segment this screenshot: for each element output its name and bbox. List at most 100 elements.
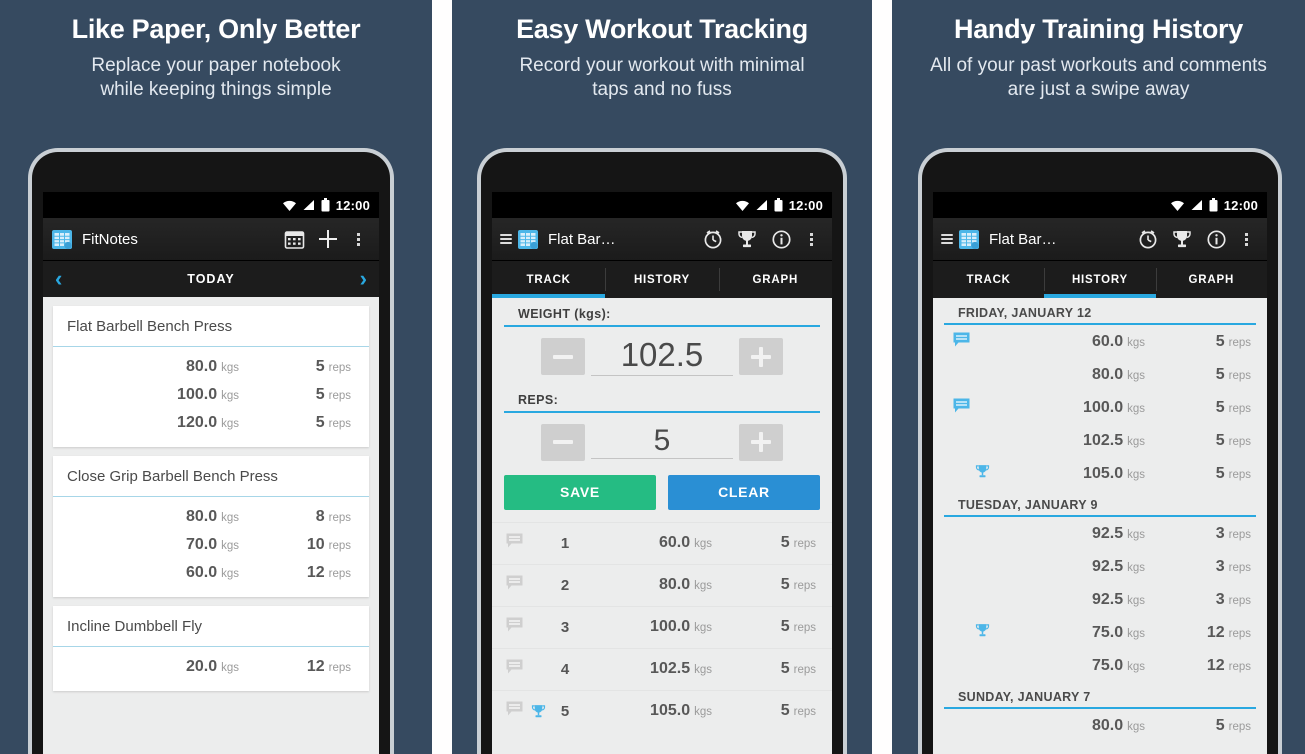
tab-history[interactable]: HISTORY [605,261,718,298]
workout-card[interactable]: Incline Dumbbell Fly 20.0 kgs 12 reps [53,606,369,691]
wifi-icon [1170,200,1184,211]
overflow-menu-icon[interactable] [345,232,371,246]
logged-set-row[interactable]: 1 60.0 kgs 5 reps [492,521,832,564]
history-set-row[interactable]: 100.0 kgs 5 reps [933,391,1267,424]
tab-graph[interactable]: GRAPH [1155,261,1267,298]
set-row[interactable]: 80.0 kgs 8 reps [53,503,369,531]
history-set-row[interactable]: 92.5 kgs 3 reps [933,583,1267,616]
reps-decrement-button[interactable] [541,423,585,461]
weight-increment-button[interactable] [739,338,783,376]
set-weight: 60.0 kgs [582,534,720,552]
value-number: 10 [306,536,325,553]
timer-icon[interactable] [696,228,730,250]
set-row[interactable]: 120.0 kgs 5 reps [53,409,369,437]
set-weight: 80.0 kgs [1015,717,1155,735]
info-icon[interactable] [1199,229,1233,250]
history-set-row[interactable]: 60.0 kgs 5 reps [933,325,1267,358]
app-title: Flat Bar… [989,230,1057,248]
trophy-icon[interactable] [1165,229,1199,250]
comment-icon[interactable] [506,575,528,595]
tab-track[interactable]: TRACK [933,261,1044,298]
set-index: 1 [560,534,570,552]
app-title: FitNotes [82,230,138,248]
workout-card[interactable]: Close Grip Barbell Bench Press 80.0 kgs 8 re… [53,456,369,597]
weight-stepper[interactable]: 102.5 [492,327,832,380]
value-number: 12 [306,564,325,581]
hamburger-icon[interactable] [500,234,512,244]
set-reps: 5 reps [243,386,369,404]
tab-bar[interactable]: TRACK HISTORY GRAPH [933,261,1267,298]
history-set-row[interactable]: 92.5 kgs 3 reps [933,550,1267,583]
value-number: 20.0 [185,658,218,675]
next-day-button[interactable]: › [360,268,367,290]
trophy-icon[interactable] [730,229,764,250]
reps-stepper[interactable]: 5 [492,413,832,465]
value-number: 5 [780,534,790,552]
panel-1-heading: Like Paper, Only Better Replace your pap… [0,14,432,102]
tab-graph[interactable]: GRAPH [718,261,832,298]
value-unit: reps [793,538,816,551]
history-set-row[interactable]: 105.0 kgs 5 reps [933,457,1267,490]
value-number: 80.0 [1091,716,1124,734]
battery-icon [1209,198,1218,212]
overflow-menu-icon[interactable] [798,232,824,246]
value-number: 100.0 [650,618,691,636]
set-row[interactable]: 20.0 kgs 12 reps [53,653,369,681]
value-unit: reps [328,512,351,524]
value-unit: kgs [1127,336,1145,349]
track-tab-content[interactable]: WEIGHT (kgs): 102.5 REPS: 5 SAVE CLEAR 1 60.0 kg… [492,298,832,754]
logged-set-row[interactable]: 4 102.5 kgs 5 reps [492,647,832,690]
value-number: 5 [1215,365,1225,383]
value-unit: kgs [1127,720,1145,733]
reps-increment-button[interactable] [739,423,783,461]
reps-input[interactable]: 5 [591,425,733,460]
set-row[interactable]: 100.0 kgs 5 reps [53,381,369,409]
hamburger-icon[interactable] [941,234,953,244]
set-weight: 80.0 kgs [53,508,243,526]
history-set-row[interactable]: 102.5 kgs 5 reps [933,424,1267,457]
signal-icon [1190,199,1203,211]
logged-set-row[interactable]: 2 80.0 kgs 5 reps [492,563,832,606]
history-set-row[interactable]: 75.0 kgs 12 reps [933,649,1267,682]
comment-icon[interactable] [506,617,528,637]
tab-track[interactable]: TRACK [492,261,606,298]
prev-day-button[interactable]: ‹ [55,268,62,290]
weight-decrement-button[interactable] [541,338,585,376]
set-row[interactable]: 80.0 kgs 5 reps [53,353,369,381]
history-set-row[interactable]: 80.0 kgs 5 reps [933,709,1267,742]
comment-icon[interactable] [506,533,528,553]
comment-icon[interactable] [953,398,970,418]
clear-button[interactable]: CLEAR [668,474,820,510]
workout-card-list[interactable]: Flat Barbell Bench Press 80.0 kgs 5 reps 100.… [43,297,379,754]
value-number: 5 [1215,431,1225,449]
logged-set-list[interactable]: 1 60.0 kgs 5 reps 2 80.0 kgs 5 reps 3 100.0 kgs 5 reps… [492,521,832,732]
comment-icon[interactable] [506,659,528,679]
set-list: 80.0 kgs 5 reps 100.0 kgs 5 reps 120.0 kgs 5 reps [53,347,369,447]
status-time: 12:00 [335,197,370,213]
value-unit: kgs [221,512,239,524]
overflow-menu-icon[interactable] [1233,232,1259,246]
history-tab-content[interactable]: FRIDAY, JANUARY 12 60.0 kgs 5 reps 80.0 kgs 5 re… [933,298,1267,754]
plus-icon[interactable] [311,227,345,251]
calendar-icon[interactable] [277,229,311,250]
timer-icon[interactable] [1131,228,1165,250]
save-button[interactable]: SAVE [504,474,656,510]
info-icon[interactable] [764,229,798,250]
set-row[interactable]: 60.0 kgs 12 reps [53,559,369,587]
value-unit: kgs [1127,402,1145,415]
logged-set-row[interactable]: 3 100.0 kgs 5 reps [492,605,832,648]
tab-history[interactable]: HISTORY [1044,261,1156,298]
workout-card[interactable]: Flat Barbell Bench Press 80.0 kgs 5 reps 100.… [53,306,369,447]
history-set-row[interactable]: 75.0 kgs 12 reps [933,616,1267,649]
tab-bar[interactable]: TRACK HISTORY GRAPH [492,261,832,298]
logged-set-row[interactable]: 5 105.0 kgs 5 reps [492,689,832,732]
comment-icon[interactable] [506,701,528,721]
panel-2-subtitle: Record your workout with minimal taps an… [519,54,805,101]
history-set-row[interactable]: 92.5 kgs 3 reps [933,517,1267,550]
weight-input[interactable]: 102.5 [591,337,733,376]
history-set-row[interactable]: 80.0 kgs 5 reps [933,358,1267,391]
comment-icon[interactable] [953,332,970,352]
set-row[interactable]: 70.0 kgs 10 reps [53,531,369,559]
set-weight: 70.0 kgs [53,536,243,554]
set-reps: 5 reps [243,358,369,376]
